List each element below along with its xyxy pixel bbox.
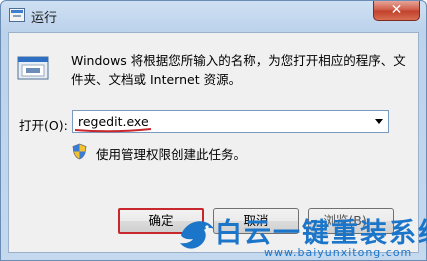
window-title: 运行 [31,11,58,26]
close-icon: ✕ [390,2,403,18]
run-program-icon [17,56,49,80]
open-label: 打开(O): [19,118,68,133]
watermark: 白云一键重装系统 www.baiyunxitong.com [177,215,427,261]
watermark-title: 白云一键重装系统 [215,218,427,249]
watermark-url: www.baiyunxitong.com [264,246,413,259]
close-button[interactable]: ✕ [373,1,420,21]
uac-shield-icon [72,143,87,160]
dialog-description: Windows 将根据您所输入的名称，为您打开相应的程序、文件夹、文档或 Int… [71,53,406,87]
chevron-down-icon[interactable] [375,119,383,124]
title-bar[interactable]: 运行 ✕ [1,1,426,31]
bird-logo-icon [180,221,214,249]
admin-note: 使用管理权限创建此任务。 [96,147,247,162]
run-dialog-icon [9,8,25,22]
red-underline-annotation [74,128,152,133]
